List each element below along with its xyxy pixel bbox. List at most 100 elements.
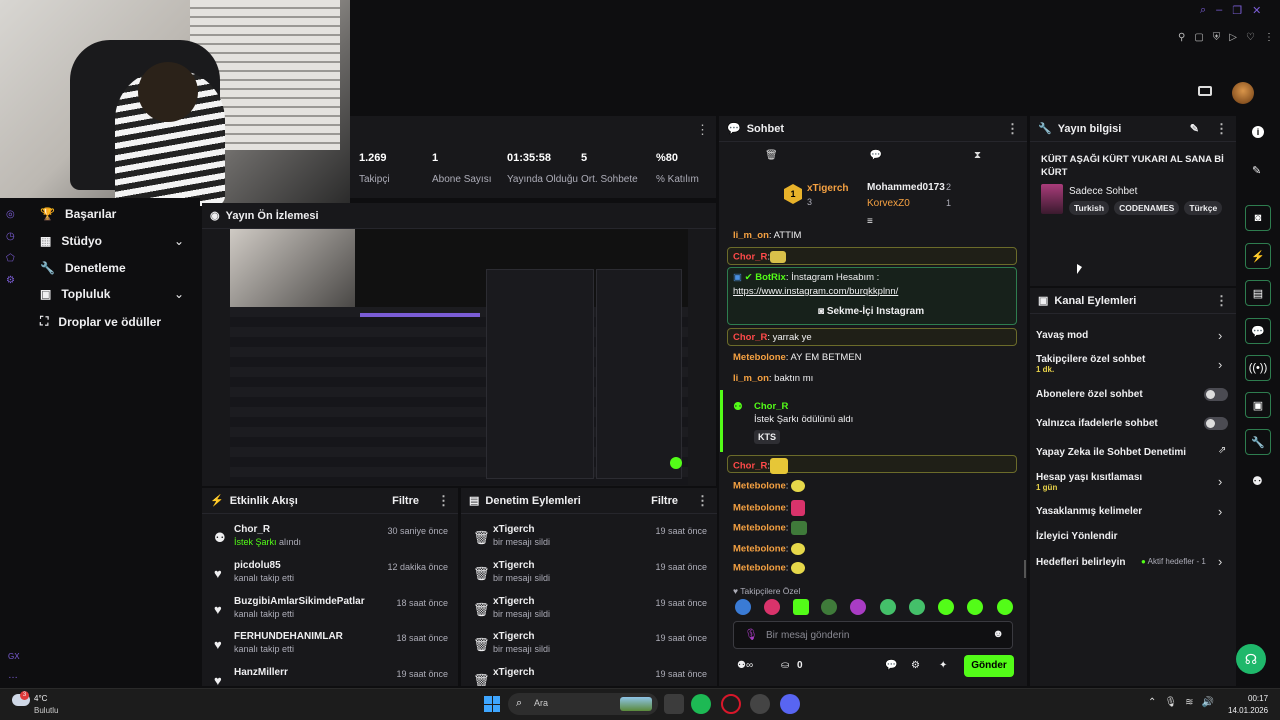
kick-points-icon[interactable]: ⚉: [1252, 474, 1263, 488]
mic-icon[interactable]: 🎙: [744, 628, 758, 641]
taskbar-search[interactable]: ⌕ Ara: [508, 693, 658, 715]
nav-achievements[interactable]: 🏆 Başarılar: [40, 207, 116, 221]
chat-bubble-icon[interactable]: 💬: [870, 150, 882, 166]
chat-menu-icon[interactable]: ⋮: [1006, 121, 1019, 137]
hourglass-icon[interactable]: ⧗: [974, 150, 981, 166]
leader-second-name[interactable]: Mohammed0173: [867, 182, 945, 193]
close-icon[interactable]: ✕: [1252, 4, 1261, 20]
nav-studio[interactable]: ▦ Stüdyo: [40, 234, 102, 248]
emote-icon[interactable]: [967, 599, 983, 615]
stream-info-menu-icon[interactable]: ⋮: [1215, 121, 1228, 137]
rail-lightning-button[interactable]: ⚡: [1245, 243, 1271, 269]
rail-actions-button[interactable]: ▣: [1245, 392, 1271, 418]
volume-icon[interactable]: 🔊: [1201, 697, 1213, 708]
leader-third-name[interactable]: KorvexZ0: [867, 198, 910, 209]
stats-menu-icon[interactable]: ⋮: [696, 122, 709, 138]
moderation-menu-icon[interactable]: ⋮: [696, 493, 709, 509]
activity-menu-icon[interactable]: ⋮: [437, 493, 450, 509]
compass-icon[interactable]: ◎: [6, 204, 20, 226]
obs-icon[interactable]: [750, 694, 770, 714]
nav-moderation[interactable]: 🔧 Denetleme: [40, 261, 126, 275]
rail-chat-button[interactable]: 💬: [1245, 318, 1271, 344]
leaderboard-collapse-icon[interactable]: ≡: [867, 216, 873, 227]
subscribers-only-toggle[interactable]: [1204, 388, 1228, 401]
chevron-up-icon[interactable]: ⌃: [1148, 697, 1156, 708]
rail-broadcast-button[interactable]: ((•)): [1245, 355, 1271, 381]
heart-icon[interactable]: ♡: [1246, 32, 1255, 46]
pin-icon[interactable]: ⚲: [1178, 32, 1185, 46]
clock-icon[interactable]: ◷: [6, 226, 20, 248]
edit-icon[interactable]: ✎: [1190, 122, 1199, 135]
chevron-down-icon[interactable]: ⌄: [174, 287, 184, 301]
minimize-icon[interactable]: –: [1216, 4, 1222, 20]
chevron-right-icon[interactable]: ›: [1218, 504, 1222, 519]
wifi-icon[interactable]: ≋: [1185, 697, 1193, 708]
rail-camera-button[interactable]: ◙: [1245, 205, 1271, 231]
emote-icon[interactable]: [821, 599, 837, 615]
shield-icon[interactable]: ⛨: [1213, 32, 1221, 46]
mic-icon[interactable]: 🎙: [1164, 697, 1177, 708]
chat-bubble-icon[interactable]: 💬: [885, 660, 897, 671]
ai-moderation-action[interactable]: Yapay Zeka ile Sohbet Denetimi: [1036, 447, 1226, 458]
task-view-icon[interactable]: [664, 694, 684, 714]
spotify-icon[interactable]: [691, 694, 711, 714]
user-avatar[interactable]: [1232, 82, 1254, 104]
opera-gx-icon[interactable]: [721, 694, 741, 714]
emote-icon[interactable]: [938, 599, 954, 615]
host-action[interactable]: İzleyici Yönlendir: [1036, 531, 1226, 542]
chevron-right-icon[interactable]: ›: [1218, 357, 1222, 372]
menu-icon[interactable]: ⋮: [1264, 32, 1274, 46]
slow-mode-action[interactable]: Yavaş mod: [1036, 330, 1226, 341]
activity-filter-button[interactable]: Filtre: [392, 495, 419, 507]
pencil-icon[interactable]: ✎: [1252, 164, 1261, 177]
play-icon[interactable]: ▷: [1229, 32, 1237, 46]
instagram-link[interactable]: https://www.instagram.com/burqkkplnn/: [733, 286, 898, 297]
rail-document-button[interactable]: ▤: [1245, 280, 1271, 306]
chevron-right-icon[interactable]: ›: [1218, 554, 1222, 569]
emote-icon[interactable]: [850, 599, 866, 615]
chat-scrollbar[interactable]: [1024, 560, 1026, 578]
leader-first-name[interactable]: xTigerch: [807, 183, 849, 194]
emote-only-toggle[interactable]: [1204, 417, 1228, 430]
nav-drops[interactable]: ⛶ Droplar ve ödüller: [40, 314, 161, 329]
chat-input-box[interactable]: 🎙 Bir mesaj gönderin ☻: [733, 621, 1013, 649]
emote-icon[interactable]: [997, 599, 1013, 615]
moderation-filter-button[interactable]: Filtre: [651, 495, 678, 507]
screenshot-icon[interactable]: ▢: [1194, 32, 1203, 46]
channel-actions-menu-icon[interactable]: ⋮: [1215, 293, 1228, 309]
emote-icon[interactable]: [793, 599, 809, 615]
info-icon[interactable]: i: [1252, 126, 1264, 138]
emote-icon[interactable]: [880, 599, 896, 615]
more-icon[interactable]: …: [8, 670, 18, 681]
discord-icon[interactable]: [780, 694, 800, 714]
kick-points-icon[interactable]: ⚉∞: [737, 660, 753, 671]
emote-icon[interactable]: [764, 599, 780, 615]
emote-picker-icon[interactable]: ✦: [939, 660, 947, 671]
followers-only-action[interactable]: Takipçilere özel sohbet 1 dk.: [1036, 354, 1226, 374]
gift-icon[interactable]: ⛀: [781, 660, 789, 671]
reward-user[interactable]: Chor_R: [754, 401, 788, 412]
external-link-icon[interactable]: ⇗: [1218, 445, 1226, 456]
theater-mode-icon[interactable]: [1198, 86, 1212, 96]
banned-words-action[interactable]: Yasaklanmış kelimeler: [1036, 506, 1226, 517]
support-button[interactable]: ☊: [1236, 644, 1266, 674]
category-thumbnail[interactable]: [1041, 184, 1063, 214]
settings-icon[interactable]: ⚙: [6, 270, 20, 292]
emote-icon[interactable]: [909, 599, 925, 615]
chevron-right-icon[interactable]: ›: [1218, 474, 1222, 489]
trash-icon[interactable]: 🗑: [765, 150, 778, 166]
send-button[interactable]: Gönder: [964, 655, 1014, 677]
chat-icon[interactable]: ⬠: [6, 248, 20, 270]
emote-icon[interactable]: [735, 599, 751, 615]
preview-play-icon[interactable]: [670, 457, 682, 469]
account-age-action[interactable]: Hesap yaşı kısıtlaması 1 gün: [1036, 472, 1226, 492]
windows-start-icon[interactable]: [484, 696, 500, 712]
nav-community[interactable]: ▣ Topluluk: [40, 287, 110, 301]
instagram-button[interactable]: ◙ Sekme-İçi Instagram: [818, 306, 924, 317]
tag[interactable]: Türkçe: [1184, 201, 1223, 215]
settings-icon[interactable]: ⚙: [911, 660, 920, 671]
rail-wrench-button[interactable]: 🔧: [1245, 429, 1271, 455]
restore-icon[interactable]: ❐: [1232, 4, 1242, 20]
search-icon[interactable]: ⌕: [1200, 4, 1206, 20]
tag[interactable]: Turkish: [1069, 201, 1110, 215]
